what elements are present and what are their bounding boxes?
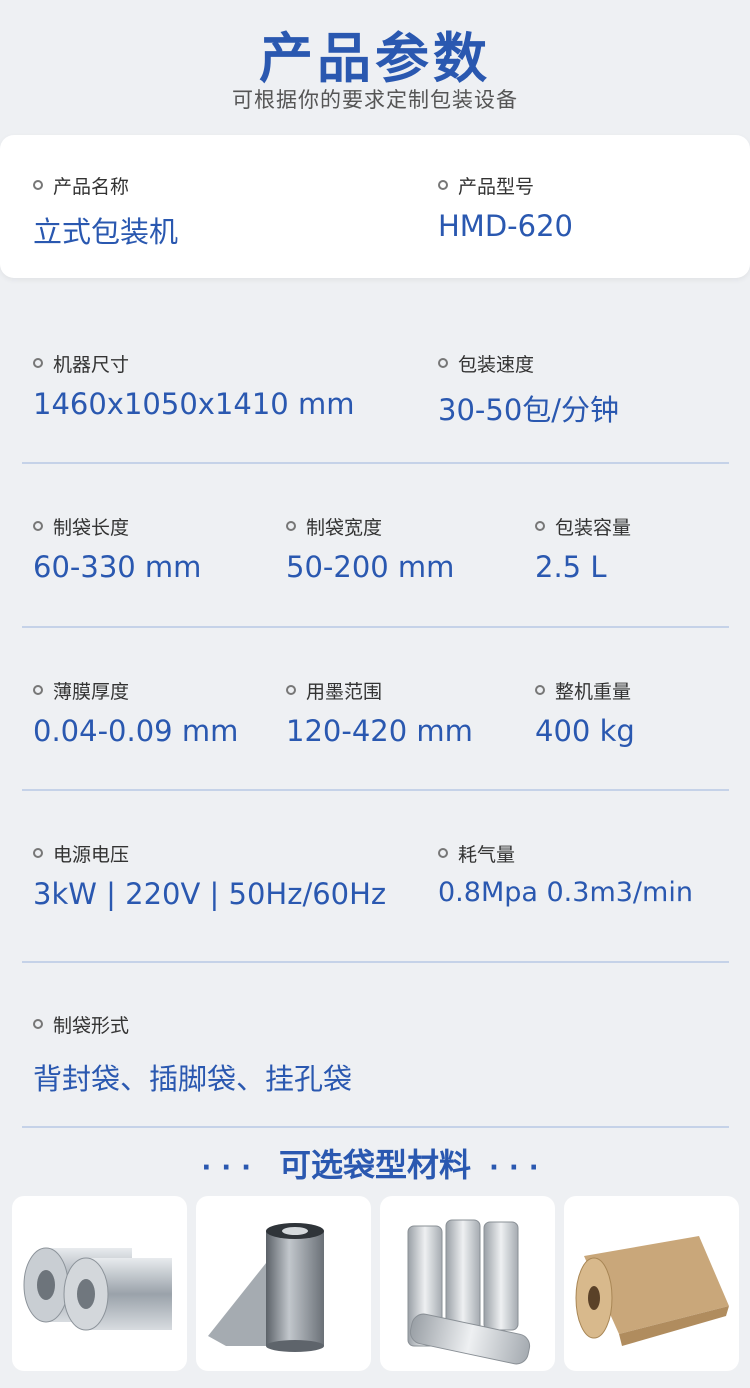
bullet-icon [286, 685, 296, 695]
spec-label: 耗气量 [458, 843, 516, 866]
spec-product-name: 产品名称 立式包装机 [33, 173, 178, 251]
spec-ink-range: 用墨范围 120-420 mm [286, 678, 473, 748]
bullet-icon [33, 1019, 43, 1029]
page-title: 产品参数 [259, 27, 491, 90]
bullet-icon [33, 685, 43, 695]
spec-capacity: 包装容量 2.5 L [535, 514, 631, 584]
material-image-stretch-film [380, 1196, 555, 1371]
spec-value: 立式包装机 [33, 215, 179, 249]
spec-value: 2.5 L [535, 550, 607, 584]
material-image-kraft-paper [564, 1196, 739, 1371]
spec-air-consumption: 耗气量 0.8Mpa 0.3m3/min [438, 841, 693, 908]
bullet-icon [535, 521, 545, 531]
spec-label: 薄膜厚度 [53, 680, 130, 703]
spec-value: 120-420 mm [286, 714, 473, 748]
spec-label: 制袋宽度 [306, 516, 383, 539]
spec-value: 60-330 mm [33, 550, 202, 584]
spec-label: 产品型号 [458, 175, 535, 198]
spec-machine-size: 机器尺寸 1460x1050x1410 mm [33, 351, 354, 421]
spec-label: 包装容量 [555, 516, 632, 539]
spec-value: 0.04-0.09 mm [33, 714, 239, 748]
spec-value: 400 kg [535, 714, 635, 748]
spec-value: 背封袋、插脚袋、挂孔袋 [33, 1062, 353, 1096]
bullet-icon [33, 180, 43, 190]
spec-value: 0.8Mpa 0.3m3/min [438, 877, 693, 908]
material-image-metallized-film [196, 1196, 371, 1371]
divider [22, 626, 729, 628]
spec-label: 制袋形式 [53, 1014, 130, 1037]
spec-value: 3kW | 220V | 50Hz/60Hz [33, 877, 387, 911]
spec-label: 机器尺寸 [53, 353, 130, 376]
page-subtitle: 可根据你的要求定制包装设备 [232, 88, 518, 112]
spec-bag-width: 制袋宽度 50-200 mm [286, 514, 454, 584]
divider [22, 462, 729, 464]
spec-value: 30-50包/分钟 [438, 393, 620, 427]
spec-bag-length: 制袋长度 60-330 mm [33, 514, 201, 584]
bullet-icon [286, 521, 296, 531]
bullet-icon [438, 180, 448, 190]
spec-value: 50-200 mm [286, 550, 455, 584]
dots-left: ··· [201, 1153, 261, 1183]
divider [22, 789, 729, 791]
spec-label: 整机重量 [555, 680, 632, 703]
bullet-icon [438, 358, 448, 368]
spec-packing-speed: 包装速度 30-50包/分钟 [438, 351, 619, 429]
divider [22, 1126, 729, 1128]
spec-power: 电源电压 3kW | 220V | 50Hz/60Hz [33, 841, 386, 911]
bullet-icon [535, 685, 545, 695]
spec-label: 产品名称 [53, 175, 130, 198]
spec-label: 制袋长度 [53, 516, 130, 539]
bullet-icon [33, 521, 43, 531]
spec-label: 包装速度 [458, 353, 535, 376]
spec-product-model: 产品型号 HMD-620 [438, 173, 573, 243]
spec-value: 1460x1050x1410 mm [33, 387, 355, 421]
spec-label: 用墨范围 [306, 680, 383, 703]
materials-heading: ··· 可选袋型材料 ··· [0, 1140, 750, 1186]
bullet-icon [33, 848, 43, 858]
spec-value: HMD-620 [438, 209, 573, 243]
spec-bag-type: 制袋形式 背封袋、插脚袋、挂孔袋 [33, 1012, 352, 1098]
spec-film-thickness: 薄膜厚度 0.04-0.09 mm [33, 678, 238, 748]
materials-title: 可选袋型材料 [278, 1146, 471, 1184]
material-image-aluminum-foil [12, 1196, 187, 1371]
spec-weight: 整机重量 400 kg [535, 678, 635, 748]
dots-right: ··· [489, 1153, 549, 1183]
divider [22, 961, 729, 963]
bullet-icon [438, 848, 448, 858]
spec-label: 电源电压 [53, 843, 130, 866]
bullet-icon [33, 358, 43, 368]
